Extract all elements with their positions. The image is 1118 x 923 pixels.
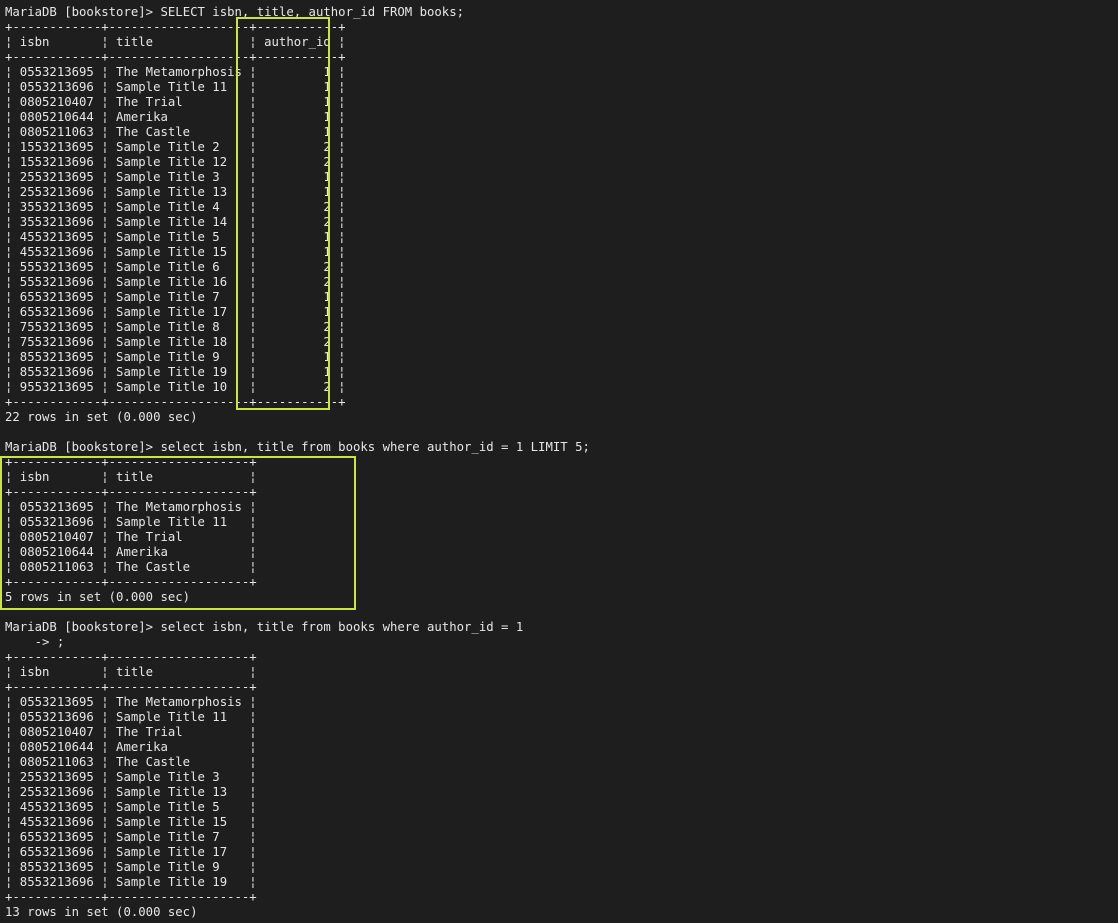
table-border: +------------+-------------------+: [5, 455, 257, 469]
table-row: ¦ 0553213696 ¦ Sample Title 11 ¦ 1 ¦: [5, 80, 346, 94]
table-row: ¦ 0553213696 ¦ Sample Title 11 ¦: [5, 515, 257, 529]
table-row: ¦ 0805210644 ¦ Amerika ¦: [5, 740, 257, 754]
table-border: +------------+-------------------+------…: [5, 20, 346, 34]
table-row: ¦ 0805210407 ¦ The Trial ¦: [5, 725, 257, 739]
table-row: ¦ 2553213696 ¦ Sample Title 13 ¦: [5, 785, 257, 799]
prompt: MariaDB [bookstore]>: [5, 5, 154, 19]
table-row: ¦ 8553213695 ¦ Sample Title 9 ¦ 1 ¦: [5, 350, 346, 364]
table-row: ¦ 3553213696 ¦ Sample Title 14 ¦ 2 ¦: [5, 215, 346, 229]
table-border: +------------+-------------------+: [5, 680, 257, 694]
command-line: MariaDB [bookstore]> select isbn, title …: [5, 440, 1113, 455]
table-header: ¦ isbn ¦ title ¦ author_id ¦: [5, 35, 346, 49]
table-row: ¦ 6553213695 ¦ Sample Title 7 ¦ 1 ¦: [5, 290, 346, 304]
table-border: +------------+-------------------+: [5, 650, 257, 664]
table-row: ¦ 2553213695 ¦ Sample Title 3 ¦: [5, 770, 257, 784]
table-row: ¦ 0553213695 ¦ The Metamorphosis ¦: [5, 500, 257, 514]
prompt: MariaDB [bookstore]>: [5, 440, 154, 454]
table-row: ¦ 0805211063 ¦ The Castle ¦: [5, 755, 257, 769]
table-row: ¦ 1553213696 ¦ Sample Title 12 ¦ 2 ¦: [5, 155, 346, 169]
command-line: MariaDB [bookstore]> SELECT isbn, title,…: [5, 5, 1113, 20]
table-row: ¦ 0805210407 ¦ The Trial ¦ 1 ¦: [5, 95, 346, 109]
table-row: ¦ 4553213696 ¦ Sample Title 15 ¦ 1 ¦: [5, 245, 346, 259]
table-row: ¦ 8553213696 ¦ Sample Title 19 ¦ 1 ¦: [5, 365, 346, 379]
table-row: ¦ 1553213695 ¦ Sample Title 2 ¦ 2 ¦: [5, 140, 346, 154]
table-row: ¦ 5553213695 ¦ Sample Title 6 ¦ 2 ¦: [5, 260, 346, 274]
table-row: ¦ 0805211063 ¦ The Castle ¦: [5, 560, 257, 574]
table-row: ¦ 0553213695 ¦ The Metamorphosis ¦: [5, 695, 257, 709]
table-row: ¦ 4553213695 ¦ Sample Title 5 ¦ 1 ¦: [5, 230, 346, 244]
table-row: ¦ 6553213696 ¦ Sample Title 17 ¦ 1 ¦: [5, 305, 346, 319]
result-summary: 22 rows in set (0.000 sec): [5, 410, 198, 424]
table-border: +------------+-------------------+------…: [5, 395, 346, 409]
table-row: ¦ 4553213696 ¦ Sample Title 15 ¦: [5, 815, 257, 829]
sql-command: SELECT isbn, title, author_id FROM books…: [160, 5, 465, 19]
continuation-line: -> ;: [5, 635, 65, 649]
table-row: ¦ 7553213695 ¦ Sample Title 8 ¦ 2 ¦: [5, 320, 346, 334]
table-row: ¦ 8553213695 ¦ Sample Title 9 ¦: [5, 860, 257, 874]
prompt: MariaDB [bookstore]>: [5, 620, 154, 634]
table-row: ¦ 3553213695 ¦ Sample Title 4 ¦ 2 ¦: [5, 200, 346, 214]
table-row: ¦ 6553213695 ¦ Sample Title 7 ¦: [5, 830, 257, 844]
table-header: ¦ isbn ¦ title ¦: [5, 665, 257, 679]
table-border: +------------+-------------------+: [5, 890, 257, 904]
sql-command: select isbn, title from books where auth…: [160, 620, 524, 634]
table-row: ¦ 9553213695 ¦ Sample Title 10 ¦ 2 ¦: [5, 380, 346, 394]
result-summary: 5 rows in set (0.000 sec): [5, 590, 191, 604]
result-summary: 13 rows in set (0.000 sec): [5, 905, 198, 919]
table-row: ¦ 2553213695 ¦ Sample Title 3 ¦ 1 ¦: [5, 170, 346, 184]
table-row: ¦ 0805211063 ¦ The Castle ¦ 1 ¦: [5, 125, 346, 139]
table-header: ¦ isbn ¦ title ¦: [5, 470, 257, 484]
terminal-output[interactable]: MariaDB [bookstore]> SELECT isbn, title,…: [5, 5, 1113, 920]
table-border: +------------+-------------------+------…: [5, 50, 346, 64]
table-row: ¦ 8553213696 ¦ Sample Title 19 ¦: [5, 875, 257, 889]
table-row: ¦ 4553213695 ¦ Sample Title 5 ¦: [5, 800, 257, 814]
table-row: ¦ 0553213696 ¦ Sample Title 11 ¦: [5, 710, 257, 724]
table-border: +------------+-------------------+: [5, 485, 257, 499]
table-row: ¦ 0553213695 ¦ The Metamorphosis ¦ 1 ¦: [5, 65, 346, 79]
table-row: ¦ 0805210644 ¦ Amerika ¦ 1 ¦: [5, 110, 346, 124]
table-row: ¦ 2553213696 ¦ Sample Title 13 ¦ 1 ¦: [5, 185, 346, 199]
table-row: ¦ 0805210407 ¦ The Trial ¦: [5, 530, 257, 544]
table-row: ¦ 0805210644 ¦ Amerika ¦: [5, 545, 257, 559]
command-line: MariaDB [bookstore]> select isbn, title …: [5, 620, 1113, 635]
table-row: ¦ 6553213696 ¦ Sample Title 17 ¦: [5, 845, 257, 859]
table-border: +------------+-------------------+: [5, 575, 257, 589]
table-row: ¦ 5553213696 ¦ Sample Title 16 ¦ 2 ¦: [5, 275, 346, 289]
sql-command: select isbn, title from books where auth…: [160, 440, 590, 454]
table-row: ¦ 7553213696 ¦ Sample Title 18 ¦ 2 ¦: [5, 335, 346, 349]
